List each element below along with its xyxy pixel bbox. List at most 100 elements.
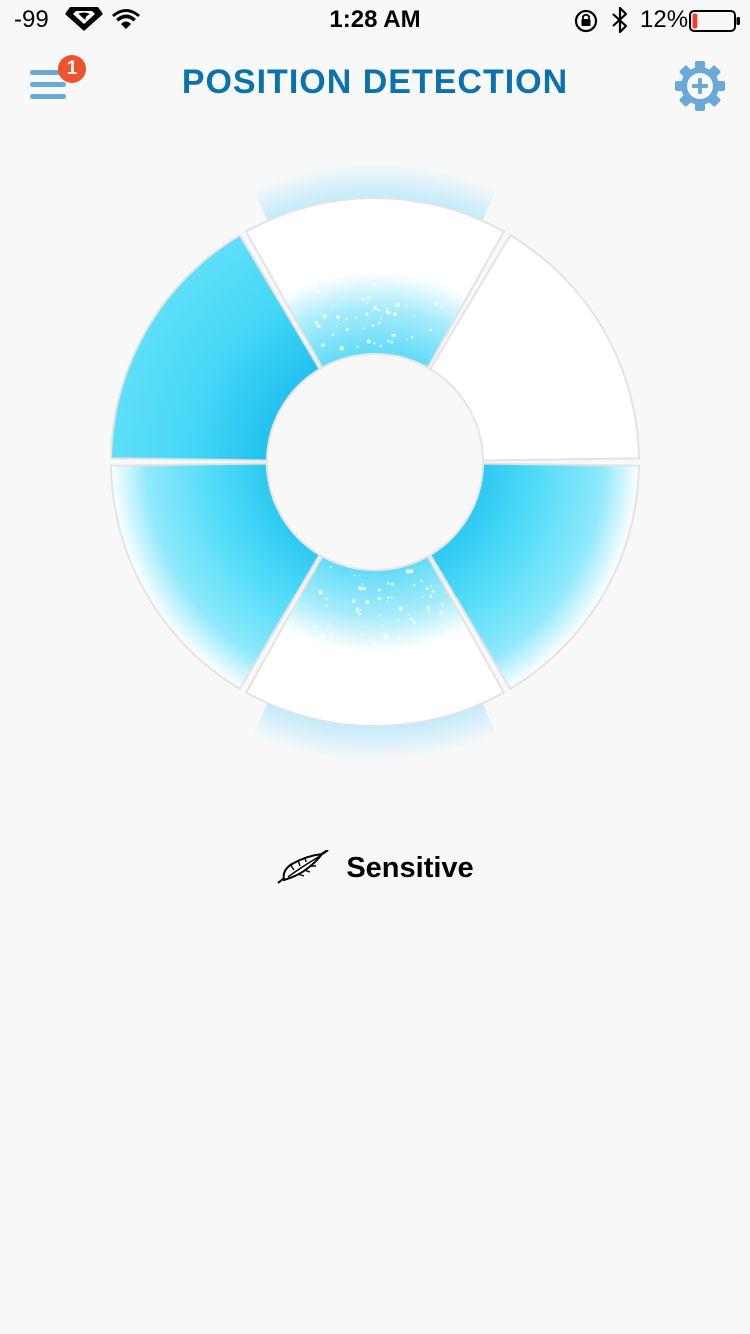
sparkle-dot (382, 624, 385, 626)
sparkle-dot (430, 305, 432, 308)
sparkle-dot (341, 297, 344, 300)
sparkle-dot (404, 645, 408, 649)
sparkle-dot (333, 265, 335, 267)
rotation-lock-icon (574, 9, 598, 33)
sparkle-dot (426, 638, 430, 642)
sparkle-dot (365, 625, 368, 628)
sparkle-dot (329, 566, 333, 569)
sparkle-dot (320, 633, 325, 638)
sparkle-dot (314, 625, 318, 628)
sparkle-dot (377, 588, 381, 592)
sparkle-dot (366, 268, 370, 272)
sparkle-dot (296, 639, 299, 642)
sparkle-dot (443, 282, 448, 286)
sparkle-dot (372, 282, 377, 287)
sparkle-dot (387, 596, 390, 599)
sparkle-dot (440, 272, 443, 276)
sparkle-dot (373, 342, 376, 345)
sparkle-dot (322, 314, 327, 319)
sparkle-dot (385, 307, 388, 310)
nav-bar: 1 POSITION DETECTION (0, 40, 750, 130)
sparkle-dot (413, 583, 416, 587)
sparkle-dot (346, 601, 348, 603)
battery-icon (689, 10, 740, 32)
sparkle-dot (372, 642, 376, 646)
status-bar: -99 1:28 AM 12% (0, 0, 750, 40)
sparkle-dot (421, 580, 424, 583)
sparkle-dot (340, 267, 344, 271)
sparkle-dot (384, 636, 388, 641)
sparkle-dot (410, 661, 413, 664)
sparkle-dot (379, 271, 384, 276)
sparkle-dot (356, 345, 359, 348)
sparkle-dot (437, 313, 439, 316)
sparkle-dot (390, 340, 394, 344)
position-ring (95, 160, 655, 770)
sparkle-dot (363, 271, 367, 275)
sparkle-dot (412, 620, 416, 624)
sparkle-dot (312, 284, 318, 289)
sparkle-dot (327, 623, 331, 627)
sparkle-dot (366, 280, 369, 283)
sparkle-dot (419, 579, 422, 582)
sparkle-dot (371, 309, 373, 312)
sparkle-dot (314, 320, 319, 325)
sparkle-dot (365, 312, 369, 316)
sparkle-dot (386, 582, 390, 585)
sparkle-dot (336, 315, 340, 319)
sparkle-dot (409, 617, 413, 621)
sparkle-dot (336, 280, 341, 285)
sparkle-dot (431, 589, 435, 594)
sparkle-dot (398, 619, 400, 621)
sparkle-dot (369, 659, 371, 662)
sparkle-dot (386, 339, 390, 343)
sparkle-dot (351, 599, 356, 603)
sparkle-dot (378, 321, 381, 325)
sparkle-dot (315, 266, 319, 270)
sparkle-dot (406, 569, 410, 574)
sparkle-dot (330, 631, 334, 635)
sparkle-dot (298, 630, 303, 635)
sparkle-dot (394, 656, 398, 660)
sparkle-dot (358, 574, 361, 577)
sparkle-dot (371, 324, 375, 327)
sparkle-dot (360, 633, 364, 637)
sparkle-dot (426, 605, 430, 610)
sparkle-dot (353, 574, 356, 577)
sparkle-dot (314, 651, 318, 655)
sparkle-dot (325, 597, 328, 600)
sparkle-dot (386, 310, 391, 315)
sparkle-dot (406, 292, 409, 295)
sparkle-dot (377, 614, 381, 617)
feather-icon (277, 850, 330, 884)
sensitivity-label: Sensitive (346, 851, 474, 884)
sparkle-dot (377, 309, 380, 312)
sparkle-dot (366, 301, 368, 304)
sensitivity-mode[interactable]: Sensitive (276, 850, 474, 886)
sparkle-dot (361, 297, 366, 301)
sparkle-dot (358, 586, 363, 591)
sparkle-dot (382, 652, 385, 655)
sparkle-dot (386, 600, 389, 602)
sparkle-dot (345, 327, 349, 332)
sensitivity-row: Sensitive (0, 850, 750, 900)
sparkle-dot (440, 305, 444, 309)
sparkle-dot (366, 339, 371, 344)
settings-button[interactable] (674, 60, 726, 112)
sparkle-dot (379, 344, 382, 348)
sparkle-dot (355, 316, 357, 319)
sparkle-dot (335, 325, 338, 327)
page-title: POSITION DETECTION (181, 63, 569, 101)
sparkle-dot (331, 333, 335, 337)
sparkle-dot (331, 304, 335, 308)
sparkle-dot (409, 569, 414, 573)
sparkle-dot (422, 596, 424, 599)
sparkle-dot (303, 281, 306, 283)
sparkle-dot (381, 257, 385, 261)
sparkle-dot (425, 587, 429, 591)
sparkle-dot (361, 583, 363, 586)
sparkle-dot (321, 343, 325, 347)
sparkle-dot (405, 338, 408, 341)
sparkle-dot (316, 290, 320, 294)
sparkle-dot (379, 317, 382, 320)
